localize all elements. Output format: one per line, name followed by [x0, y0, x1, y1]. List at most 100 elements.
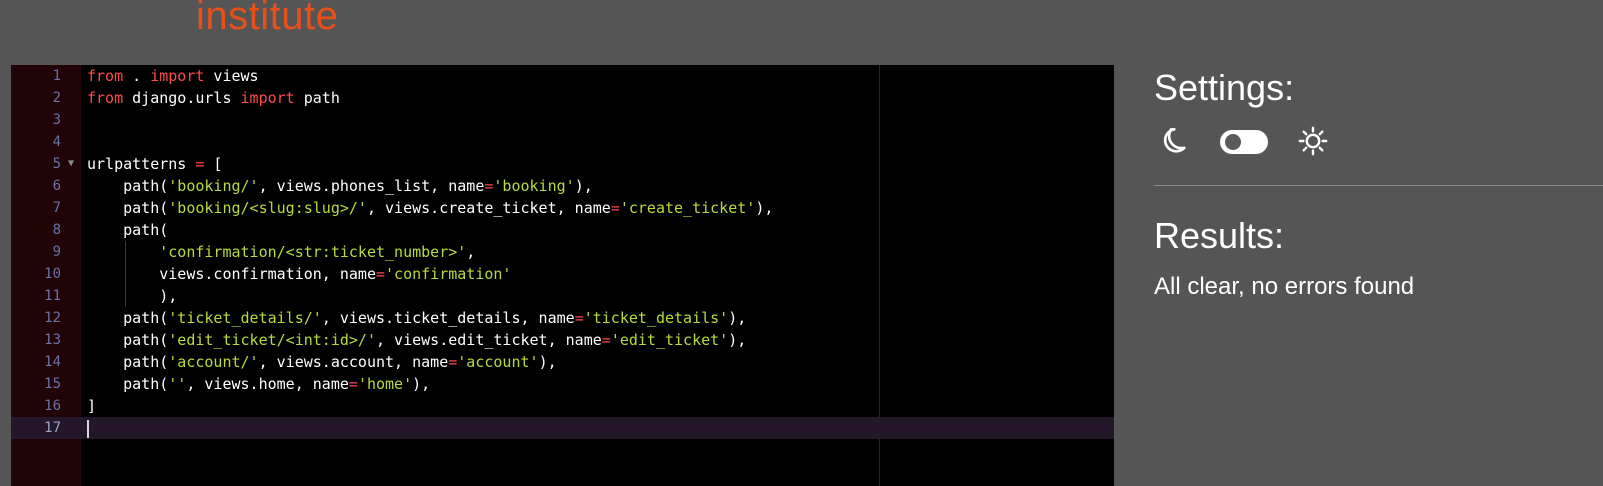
code-line[interactable]: 1 from . import views: [11, 65, 1114, 87]
line-code[interactable]: path('booking/', views.phones_list, name…: [87, 175, 593, 197]
operator-token: =: [610, 199, 620, 217]
operator-token: =: [574, 309, 584, 327]
line-code[interactable]: path('ticket_details/', views.ticket_det…: [87, 307, 746, 329]
string-token: 'booking/<slug:slug>/': [168, 199, 367, 217]
keyword-token: import: [150, 67, 205, 85]
line-code[interactable]: path('', views.home, name='home'),: [87, 373, 430, 395]
brand-wordmark: institute: [196, 0, 339, 38]
line-number: 7: [52, 200, 61, 216]
string-token: '': [168, 375, 187, 393]
operator-token: =: [601, 331, 611, 349]
code-token: , views.phones_list, name: [258, 177, 485, 195]
operator-token: =: [375, 265, 386, 283]
code-line[interactable]: 12 path('ticket_details/', views.ticket_…: [11, 307, 1114, 329]
code-token: .: [123, 67, 151, 85]
code-lines[interactable]: 1 from . import views 2 from django.urls im…: [11, 65, 1114, 439]
line-code[interactable]: ]: [87, 395, 96, 417]
line-number: 11: [44, 288, 61, 304]
string-token: 'home': [357, 375, 413, 393]
code-editor[interactable]: 1 from . import views 2 from django.urls im…: [11, 65, 1114, 486]
operator-token: =: [448, 353, 458, 371]
results-title: Results:: [1154, 215, 1285, 256]
code-token: path: [294, 89, 340, 107]
code-token: urlpatterns: [87, 155, 196, 173]
line-number: 8: [52, 222, 61, 238]
code-line[interactable]: 16]: [11, 395, 1114, 417]
code-line[interactable]: 3: [11, 109, 1114, 131]
line-number: 1: [52, 68, 61, 84]
results-message: All clear, no errors found: [1154, 273, 1415, 300]
code-line[interactable]: 14 path('account/', views.account, name=…: [11, 351, 1114, 373]
code-line[interactable]: 8 path(: [11, 219, 1114, 241]
code-token: ),: [538, 353, 557, 371]
code-line[interactable]: 4: [11, 131, 1114, 153]
code-line[interactable]: 2 from django.urls import path: [11, 87, 1114, 109]
code-token: , views.create_ticket, name: [366, 199, 611, 217]
code-line[interactable]: 7 path('booking/<slug:slug>/', views.cre…: [11, 197, 1114, 219]
string-token: 'booking': [493, 177, 575, 195]
string-token: 'create_ticket': [619, 199, 756, 217]
code-line[interactable]: 17: [11, 417, 1114, 439]
line-number: 9: [52, 244, 61, 260]
string-token: 'edit_ticket/<int:id>/': [168, 331, 376, 349]
line-code[interactable]: from . import views: [87, 65, 259, 87]
moon-icon: [1163, 127, 1186, 153]
string-token: 'edit_ticket': [610, 331, 729, 349]
line-code[interactable]: from django.urls import path: [87, 87, 340, 109]
settings-title: Settings:: [1154, 67, 1295, 108]
code-token: [: [204, 155, 223, 173]
line-number: 5: [52, 156, 61, 172]
line-code[interactable]: path('account/', views.account, name='ac…: [87, 351, 557, 373]
code-line[interactable]: 10 views.confirmation, name='confirmatio…: [11, 263, 1114, 285]
code-token: ),: [728, 331, 747, 349]
results-sidebar: Settings: Results: All clear, no errors …: [1114, 65, 1603, 486]
code-token: ),: [728, 309, 747, 327]
code-token: , views.ticket_details, name: [321, 309, 575, 327]
line-code[interactable]: path(: [87, 219, 168, 241]
code-line[interactable]: 9 'confirmation/<str:ticket_number>',: [11, 241, 1114, 263]
code-token: , views.account, name: [258, 353, 449, 371]
line-number: 2: [52, 90, 61, 106]
code-token: ),: [574, 177, 593, 195]
code-token: views: [204, 67, 259, 85]
code-token: ]: [87, 397, 97, 415]
code-token: , views.edit_ticket, name: [376, 331, 602, 349]
code-line[interactable]: 15 path('', views.home, name='home'),: [11, 373, 1114, 395]
code-token: path(: [87, 199, 169, 217]
string-token: 'confirmation/<str:ticket_number>': [159, 243, 467, 261]
code-line[interactable]: 5 ▼ urlpatterns = [: [11, 153, 1114, 175]
code-token: ),: [87, 287, 178, 305]
string-token: 'confirmation': [385, 265, 512, 283]
line-number: 13: [44, 332, 61, 348]
string-token: 'booking/': [168, 177, 259, 195]
settings-results-divider: [1154, 185, 1603, 186]
line-code[interactable]: path('booking/<slug:slug>/', views.creat…: [87, 197, 773, 219]
line-number: 6: [52, 178, 61, 194]
line-number: 17: [44, 420, 61, 436]
operator-token: =: [348, 375, 358, 393]
code-token: path(: [87, 331, 169, 349]
theme-toggle-knob: [1225, 134, 1241, 150]
code-line[interactable]: 11 ),: [11, 285, 1114, 307]
string-token: 'account/': [168, 353, 259, 371]
code-token: path(: [87, 353, 169, 371]
line-code[interactable]: views.confirmation, name='confirmation': [87, 263, 511, 285]
line-number: 10: [44, 266, 61, 282]
code-token: django.urls: [123, 89, 241, 107]
code-line[interactable]: 6 path('booking/', views.phones_list, na…: [11, 175, 1114, 197]
line-number: 14: [44, 354, 61, 370]
line-number: 15: [44, 376, 61, 392]
line-code[interactable]: path('edit_ticket/<int:id>/', views.edit…: [87, 329, 746, 351]
theme-toggle[interactable]: [1220, 130, 1268, 154]
line-code[interactable]: urlpatterns = [: [87, 153, 222, 175]
line-code[interactable]: 'confirmation/<str:ticket_number>',: [87, 241, 475, 263]
fold-arrow-icon[interactable]: ▼: [68, 153, 74, 175]
line-code[interactable]: ),: [87, 285, 177, 307]
code-token: path(: [87, 375, 169, 393]
line-number: 3: [52, 112, 61, 128]
string-token: 'ticket_details': [583, 309, 729, 327]
code-line[interactable]: 13 path('edit_ticket/<int:id>/', views.e…: [11, 329, 1114, 351]
theme-settings: [1155, 125, 1335, 159]
line-number: 12: [44, 310, 61, 326]
